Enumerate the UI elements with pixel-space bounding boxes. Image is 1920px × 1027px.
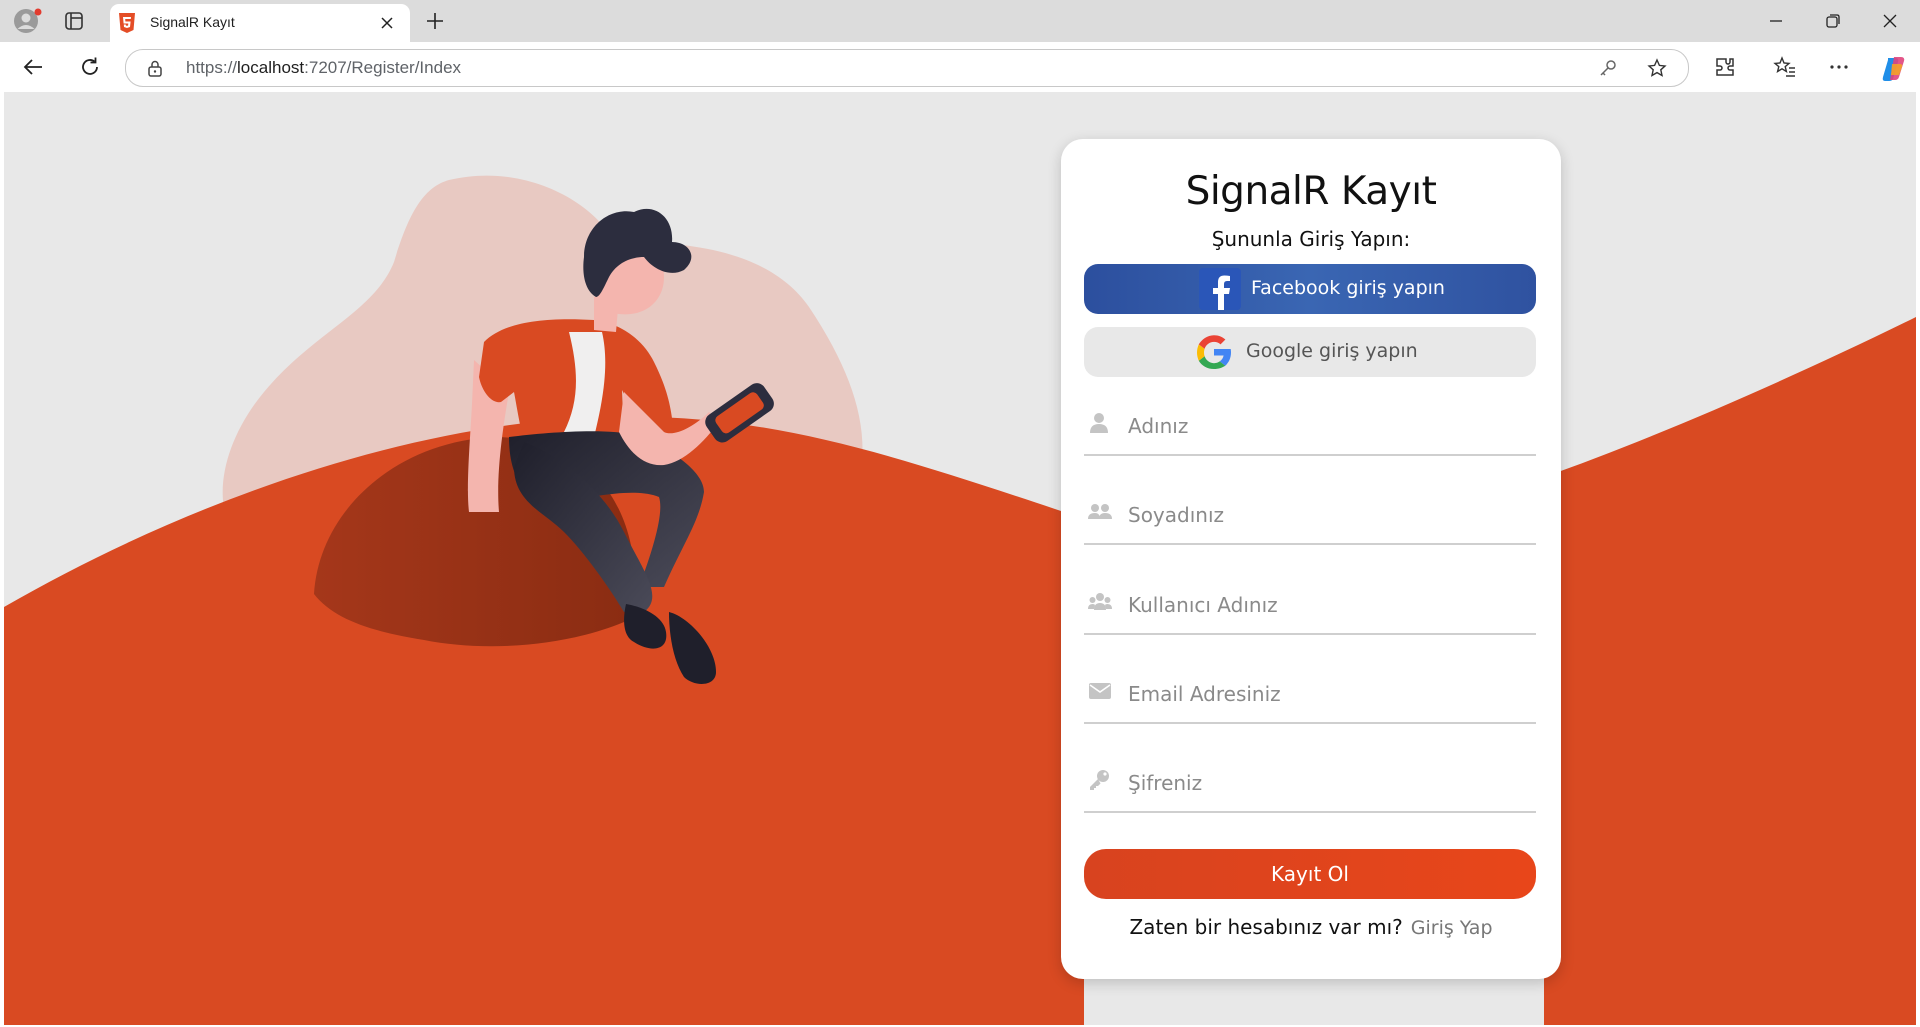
copilot-icon[interactable] (1880, 55, 1905, 81)
tab-signalr-kayit[interactable]: SignalR Kayıt (110, 4, 410, 42)
lock-icon[interactable] (146, 59, 164, 77)
restore-icon[interactable] (1822, 10, 1844, 32)
google-login-button[interactable]: Google giriş yapın (1084, 327, 1536, 377)
password-field[interactable]: Şifreniz (1084, 751, 1536, 813)
html5-icon (118, 13, 136, 33)
users-icon (1088, 501, 1112, 523)
email-placeholder: Email Adresiniz (1128, 682, 1281, 706)
refresh-icon[interactable] (77, 54, 103, 80)
last-name-placeholder: Soyadınız (1128, 503, 1225, 527)
login-prompt: Zaten bir hesabınız var mı? Giriş Yap (1061, 915, 1561, 939)
browser-toolbar: https://localhost:7207/Register/Index (0, 42, 1920, 92)
page-content: SignalR Kayıt Şununla Giriş Yapın: Faceb… (4, 92, 1916, 1025)
tab-title: SignalR Kayıt (150, 14, 235, 30)
register-button[interactable]: Kayıt Ol (1084, 849, 1536, 899)
google-icon (1193, 331, 1235, 373)
email-field[interactable]: Email Adresiniz (1084, 662, 1536, 724)
url-text: https://localhost:7207/Register/Index (186, 58, 462, 77)
username-field[interactable]: Kullanıcı Adınız (1084, 573, 1536, 635)
envelope-icon (1088, 680, 1112, 702)
hero-illustration (4, 175, 1916, 1025)
password-placeholder: Şifreniz (1128, 771, 1203, 795)
password-key-icon[interactable] (1598, 58, 1618, 78)
profile-icon[interactable] (12, 8, 42, 34)
page-title: SignalR Kayıt (1185, 169, 1437, 214)
register-button-label: Kayıt Ol (1271, 862, 1349, 886)
username-placeholder: Kullanıcı Adınız (1128, 593, 1278, 617)
first-name-field[interactable]: Adınız (1084, 394, 1536, 456)
favorite-star-icon[interactable] (1647, 58, 1667, 78)
facebook-login-button[interactable]: Facebook giriş yapın (1084, 264, 1536, 314)
minimize-icon[interactable] (1765, 10, 1787, 32)
tab-actions-icon[interactable] (64, 11, 84, 31)
more-options-icon[interactable] (1827, 55, 1851, 79)
social-login-subtitle: Şununla Giriş Yapın: (1211, 227, 1411, 251)
favorites-icon[interactable] (1773, 55, 1797, 79)
extensions-icon[interactable] (1713, 55, 1737, 79)
google-login-label: Google giriş yapın (1246, 340, 1418, 362)
last-name-field[interactable]: Soyadınız (1084, 483, 1536, 545)
new-tab-icon[interactable] (424, 10, 446, 32)
address-bar[interactable]: https://localhost:7207/Register/Index (125, 49, 1689, 87)
login-link[interactable]: Giriş Yap (1411, 917, 1493, 939)
close-tab-icon[interactable] (378, 14, 396, 32)
facebook-login-label: Facebook giriş yapın (1251, 277, 1445, 299)
first-name-placeholder: Adınız (1128, 414, 1189, 438)
login-prompt-text: Zaten bir hesabınız var mı? (1129, 915, 1403, 939)
user-group-icon (1088, 591, 1112, 613)
facebook-icon (1199, 268, 1241, 310)
browser-tab-bar: SignalR Kayıt (0, 0, 1920, 42)
key-icon (1088, 769, 1112, 791)
close-window-icon[interactable] (1879, 10, 1901, 32)
register-card: SignalR Kayıt Şununla Giriş Yapın: Faceb… (1061, 139, 1561, 979)
user-icon (1088, 412, 1112, 434)
back-icon[interactable] (21, 54, 47, 80)
